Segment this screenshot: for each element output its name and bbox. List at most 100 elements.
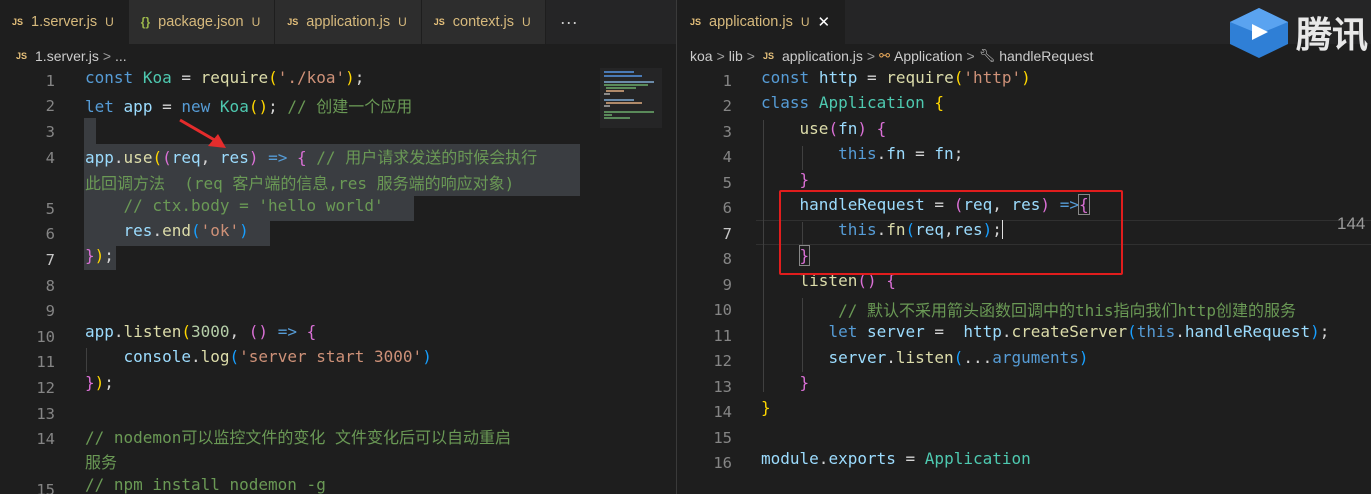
json-file-icon: {} bbox=[140, 15, 151, 29]
breadcrumb-method[interactable]: handleRequest bbox=[999, 48, 1093, 64]
code-line-5[interactable]: } bbox=[761, 170, 810, 189]
modified-badge: U bbox=[522, 15, 531, 29]
gutter-row: 1 bbox=[678, 68, 732, 94]
line-number: 9 bbox=[722, 275, 732, 294]
code-line-5[interactable]: // ctx.body = 'hello world' bbox=[85, 196, 384, 215]
tab-package-json[interactable]: {} package.json U bbox=[128, 0, 276, 44]
tab-application-js[interactable]: JS application.js U ✕ bbox=[678, 0, 846, 44]
code-line-6[interactable]: res.end('ok') bbox=[85, 221, 249, 240]
code-line-15[interactable]: // npm install nodemon -g bbox=[85, 475, 326, 494]
line-number: 1 bbox=[722, 71, 732, 90]
left-tab-bar: JS 1.server.js U {} package.json U JS ap… bbox=[0, 0, 676, 44]
gutter-row: 15 bbox=[0, 478, 55, 494]
modified-badge: U bbox=[251, 15, 261, 29]
modified-badge: U bbox=[105, 14, 114, 29]
line-number: 10 bbox=[713, 301, 732, 320]
code-line-4[interactable]: app.use((req, res) => { // 用户请求发送的时候会执行 bbox=[85, 144, 537, 168]
code-line-12[interactable]: server.listen(...arguments) bbox=[761, 348, 1088, 367]
code-line-2[interactable]: class Application { bbox=[761, 93, 944, 112]
code-line-7[interactable]: }); bbox=[85, 246, 114, 265]
breadcrumb-separator: > bbox=[866, 48, 876, 64]
close-icon[interactable]: ✕ bbox=[818, 13, 831, 31]
line-number: 4 bbox=[722, 148, 732, 167]
line-number: 9 bbox=[45, 302, 55, 321]
gutter-row: 6 bbox=[678, 196, 732, 222]
class-symbol-icon: ⚯ bbox=[879, 48, 891, 63]
line-number: 6 bbox=[45, 225, 55, 244]
gutter-row: 9 bbox=[0, 298, 55, 324]
line-number: 2 bbox=[45, 97, 55, 116]
gutter-row: 11 bbox=[0, 350, 55, 376]
tab-1-server-js[interactable]: JS 1.server.js U bbox=[0, 0, 129, 44]
left-editor-pane: JS 1.server.js U {} package.json U JS ap… bbox=[0, 0, 677, 494]
line-number: 2 bbox=[722, 97, 732, 116]
breadcrumb-file[interactable]: application.js bbox=[782, 48, 863, 64]
gutter-row: 5 bbox=[0, 196, 55, 222]
gutter-row: 4 bbox=[678, 145, 732, 171]
gutter-row bbox=[0, 170, 55, 196]
gutter-row: 4 bbox=[0, 145, 55, 171]
line-number: 5 bbox=[722, 173, 732, 192]
breadcrumb-file[interactable]: 1.server.js bbox=[35, 48, 99, 64]
gutter-row: 15 bbox=[678, 425, 732, 451]
breadcrumb-separator: > bbox=[102, 48, 112, 64]
line-number: 13 bbox=[713, 377, 732, 396]
code-line-11[interactable]: console.log('server start 3000') bbox=[85, 347, 432, 366]
gutter-row: 13 bbox=[0, 401, 55, 427]
line-number: 7 bbox=[45, 251, 55, 270]
gutter-row: 9 bbox=[678, 272, 732, 298]
code-line-10[interactable]: // 默认不采用箭头函数回调中的this指向我们http创建的服务 bbox=[761, 297, 1296, 321]
gutter-row: 7 bbox=[0, 247, 55, 273]
red-box-annotation bbox=[779, 190, 1123, 275]
tab-context-js[interactable]: JS context.js U bbox=[421, 0, 546, 44]
code-line-4[interactable]: this.fn = fn; bbox=[761, 144, 963, 163]
breadcrumb-lib[interactable]: lib bbox=[729, 48, 743, 64]
line-number: 4 bbox=[45, 148, 55, 167]
gutter-row: 2 bbox=[678, 94, 732, 120]
line-number: 12 bbox=[713, 352, 732, 371]
gutter-row: 8 bbox=[0, 273, 55, 299]
gutter-row: 14 bbox=[678, 400, 732, 426]
line-number: 6 bbox=[722, 199, 732, 218]
line-number: 11 bbox=[36, 353, 55, 372]
js-file-icon: JS bbox=[433, 17, 445, 27]
code-line-4-wrap[interactable]: 此回调方法 (req 客户端的信息,res 服务端的响应对象) bbox=[85, 170, 514, 194]
line-number: 11 bbox=[713, 326, 732, 345]
code-line-1[interactable]: const Koa = require('./koa'); bbox=[85, 68, 364, 87]
code-line-14-wrap[interactable]: 服务 bbox=[85, 449, 117, 473]
line-number: 8 bbox=[722, 250, 732, 269]
code-line-10[interactable]: app.listen(3000, () => { bbox=[85, 322, 316, 341]
gutter-row bbox=[0, 452, 55, 478]
tab-application-js[interactable]: JS application.js U bbox=[275, 0, 422, 44]
breadcrumb-rest[interactable]: ... bbox=[115, 48, 127, 64]
gutter-row: 7 bbox=[678, 221, 732, 247]
breadcrumb-class[interactable]: Application bbox=[894, 48, 963, 64]
code-line-1[interactable]: const http = require('http') bbox=[761, 68, 1031, 87]
line-number: 3 bbox=[722, 122, 732, 141]
gutter-row: 8 bbox=[678, 247, 732, 273]
gutter-row: 5 bbox=[678, 170, 732, 196]
js-file-icon: JS bbox=[12, 16, 24, 27]
right-editor-pane: JS application.js U ✕ koa > lib > JS app… bbox=[678, 0, 1371, 494]
code-line-13[interactable]: } bbox=[761, 373, 810, 392]
code-line-2[interactable]: let app = new Koa(); // 创建一个应用 bbox=[85, 93, 412, 117]
more-tabs-button[interactable]: ··· bbox=[546, 0, 592, 44]
line-number: 14 bbox=[36, 430, 55, 449]
code-line-14[interactable]: // nodemon可以监控文件的变化 文件变化后可以自动重启 bbox=[85, 424, 511, 448]
tencent-video-logo-icon bbox=[1230, 8, 1288, 58]
code-line-16[interactable]: module.exports = Application bbox=[761, 449, 1031, 468]
modified-badge: U bbox=[800, 14, 810, 29]
code-line-14[interactable]: } bbox=[761, 398, 771, 417]
code-line-3[interactable]: use(fn) { bbox=[761, 119, 887, 138]
gutter-row: 13 bbox=[678, 374, 732, 400]
code-line-11[interactable]: let server = http.createServer(this.hand… bbox=[761, 322, 1329, 341]
minimap[interactable] bbox=[600, 68, 662, 128]
gutter-row: 16 bbox=[678, 451, 732, 477]
line-number: 14 bbox=[713, 403, 732, 422]
gutter-row: 3 bbox=[0, 119, 55, 145]
line-number: 5 bbox=[45, 199, 55, 218]
breadcrumb-koa[interactable]: koa bbox=[690, 48, 713, 64]
code-line-12[interactable]: }); bbox=[85, 373, 114, 392]
tab-label: package.json bbox=[158, 14, 244, 30]
gutter-row: 10 bbox=[0, 324, 55, 350]
